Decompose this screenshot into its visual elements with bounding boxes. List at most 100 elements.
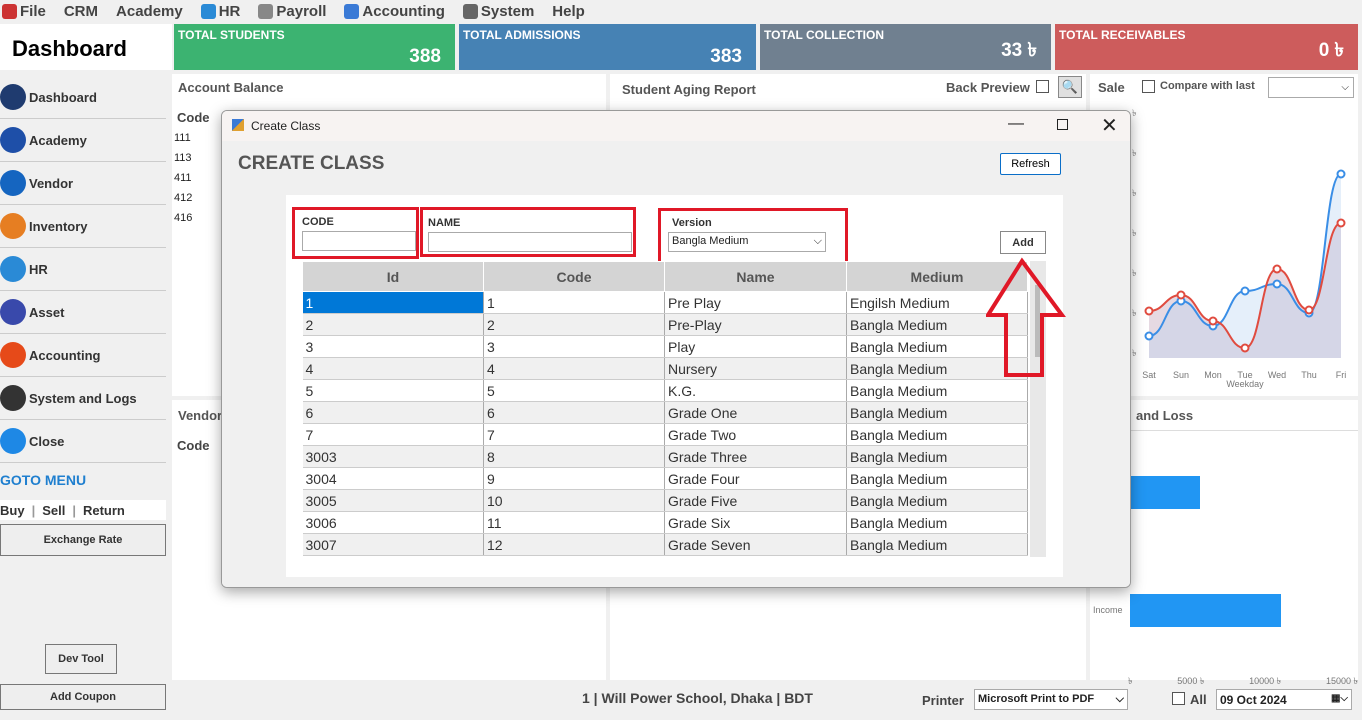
maximize-icon[interactable] (1057, 119, 1068, 130)
exchange-rate-button[interactable]: Exchange Rate (0, 524, 166, 556)
account-code-cell: 411 (174, 172, 192, 184)
form-area: CODE NAME Version Bangla Medium ⌵ Add Id C… (286, 195, 1066, 577)
hr-icon (200, 3, 216, 19)
x-tick-label: Fri (1336, 370, 1347, 380)
tile-value: 383 (710, 46, 742, 67)
table-row[interactable]: 4 4 Nursery Bangla Medium (302, 357, 1028, 380)
dialog-title: Create Class (251, 119, 321, 133)
table-row[interactable]: 3005 10 Grade Five Bangla Medium (302, 489, 1028, 512)
table-cell: 3006 (302, 511, 484, 534)
dev-tool-button[interactable]: Dev Tool (45, 644, 117, 674)
menu-accounting[interactable]: Accounting (344, 3, 445, 20)
goto-links: Buy | Sell | Return (0, 500, 166, 520)
table-row[interactable]: 3004 9 Grade Four Bangla Medium (302, 467, 1028, 490)
y-tick-label: ৳ (1132, 268, 1137, 278)
y-tick-label: ৳ (1132, 148, 1137, 158)
column-header-id[interactable]: Id (302, 261, 484, 292)
sidebar-item-inventory[interactable]: Inventory (0, 205, 166, 248)
table-cell: Bangla Medium (846, 445, 1028, 468)
sidebar-item-academy[interactable]: Academy (0, 119, 166, 162)
menu-system[interactable]: System (462, 3, 534, 20)
table-row[interactable]: 3007 12 Grade Seven Bangla Medium (302, 533, 1028, 556)
printer-select[interactable]: Microsoft Print to PDF ⌵ (974, 689, 1128, 710)
y-tick-label: ৳ (1132, 188, 1137, 198)
system-icon (462, 3, 478, 19)
menu-file[interactable]: File (2, 3, 46, 20)
menu-hr[interactable]: HR (200, 3, 240, 20)
profit-loss-title: and Loss (1136, 408, 1194, 423)
table-row[interactable]: 7 7 Grade Two Bangla Medium (302, 423, 1028, 446)
sidebar-item-system-and-logs[interactable]: System and Logs (0, 377, 166, 420)
date-picker[interactable]: 09 Oct 2024 ▦⌵ (1216, 689, 1352, 710)
column-header-name[interactable]: Name (664, 261, 847, 292)
sidebar-item-accounting[interactable]: Accounting (0, 334, 166, 377)
pl-bar-income (1130, 594, 1281, 627)
refresh-button[interactable]: Refresh (1000, 153, 1061, 175)
column-header-code[interactable]: Code (483, 261, 665, 292)
tile-total-students[interactable]: TOTAL STUDENTS 388 (174, 24, 455, 70)
table-row[interactable]: 5 5 K.G. Bangla Medium (302, 379, 1028, 402)
goto-menu-label: GOTO MENU (0, 472, 87, 488)
x-tick-label: Mon (1204, 370, 1222, 380)
table-cell: 4 (302, 357, 484, 380)
x-tick-label: Sun (1173, 370, 1189, 380)
add-button[interactable]: Add (1000, 231, 1046, 254)
tile-value: 33 ৳ (1001, 40, 1037, 61)
version-highlight (658, 208, 848, 265)
menu-academy[interactable]: Academy (116, 3, 183, 20)
compare-period-select[interactable]: ⌵ (1268, 77, 1354, 98)
table-row[interactable]: 3003 8 Grade Three Bangla Medium (302, 445, 1028, 468)
table-cell: Pre-Play (664, 313, 847, 336)
tile-label: TOTAL ADMISSIONS (463, 28, 581, 42)
sidebar-item-dashboard[interactable]: Dashboard (0, 76, 166, 119)
sidebar-item-vendor[interactable]: Vendor (0, 162, 166, 205)
buy-link[interactable]: Buy (0, 503, 25, 518)
sell-link[interactable]: Sell (42, 503, 65, 518)
table-cell: 11 (483, 511, 665, 534)
tile-total-collection[interactable]: TOTAL COLLECTION 33 ৳ (760, 24, 1051, 70)
table-row[interactable]: 1 1 Pre Play Engilsh Medium (302, 291, 1028, 314)
menu-help[interactable]: Help (552, 3, 585, 20)
sidebar-item-label: Asset (29, 304, 65, 320)
account-code-list: 111 113 411 412 416 (172, 128, 222, 228)
all-checkbox[interactable] (1172, 692, 1185, 705)
sidebar-item-label: System and Logs (29, 390, 137, 406)
table-cell: Bangla Medium (846, 467, 1028, 490)
tile-label: TOTAL STUDENTS (178, 28, 285, 42)
data-point (1240, 286, 1250, 296)
table-cell: 7 (302, 423, 484, 446)
back-preview-checkbox[interactable] (1036, 80, 1049, 93)
table-cell: K.G. (664, 379, 847, 402)
return-link[interactable]: Return (83, 503, 125, 518)
compare-checkbox[interactable] (1142, 80, 1155, 93)
search-icon[interactable]: 🔍 (1058, 76, 1082, 98)
sidebar-item-hr[interactable]: HR (0, 248, 166, 291)
tile-total-admissions[interactable]: TOTAL ADMISSIONS 383 (459, 24, 756, 70)
sidebar-item-asset[interactable]: Asset (0, 291, 166, 334)
close-icon[interactable]: ✕ (1101, 113, 1118, 138)
code-highlight (292, 207, 419, 259)
table-row[interactable]: 3006 11 Grade Six Bangla Medium (302, 511, 1028, 534)
menu-crm[interactable]: CRM (64, 3, 98, 20)
dialog-body: CREATE CLASS Refresh CODE NAME Version B… (222, 141, 1130, 587)
table-row[interactable]: 3 3 Play Bangla Medium (302, 335, 1028, 358)
table-cell: 4 (483, 357, 665, 380)
table-cell: 3005 (302, 489, 484, 512)
sidebar-item-close[interactable]: Close (0, 420, 166, 463)
tile-label: TOTAL COLLECTION (764, 28, 884, 42)
dashboard-icon (0, 84, 26, 110)
tile-total-receivables[interactable]: TOTAL RECEIVABLES 0 ৳ (1055, 24, 1358, 70)
table-row[interactable]: 2 2 Pre-Play Bangla Medium (302, 313, 1028, 336)
account-balance-title: Account Balance (178, 80, 284, 95)
data-point (1144, 306, 1154, 316)
data-point (1144, 331, 1154, 341)
menu-payroll[interactable]: Payroll (258, 3, 326, 20)
minimize-icon[interactable]: — (1008, 115, 1024, 133)
table-row[interactable]: 6 6 Grade One Bangla Medium (302, 401, 1028, 424)
sidebar-item-label: Vendor (29, 175, 74, 191)
table-cell: Bangla Medium (846, 511, 1028, 534)
table-cell: 7 (483, 423, 665, 446)
add-coupon-button[interactable]: Add Coupon (0, 684, 166, 710)
table-cell: 10 (483, 489, 665, 512)
income-label: Income (1093, 605, 1123, 615)
